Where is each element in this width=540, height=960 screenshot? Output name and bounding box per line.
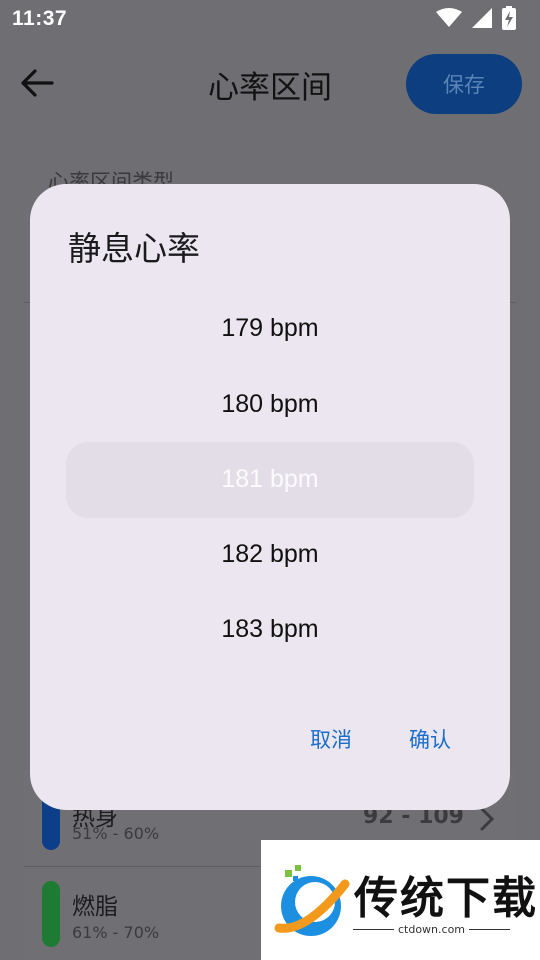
battery-charging-icon [502, 6, 516, 30]
picker-item[interactable]: 183 bpm [30, 615, 510, 644]
resting-heart-rate-dialog: 静息心率 179 bpm 180 bpm 181 bpm 182 bpm 183… [30, 184, 510, 810]
zone-color-bar [42, 881, 60, 947]
divider [353, 929, 394, 930]
picker-item-selected[interactable]: 181 bpm [30, 465, 510, 494]
divider [469, 929, 510, 930]
picker-item[interactable]: 179 bpm [30, 314, 510, 343]
watermark-brand: 传统下载 [354, 873, 538, 924]
dialog-title: 静息心率 [68, 229, 200, 268]
status-icons [436, 6, 516, 30]
status-time: 11:37 [12, 7, 68, 30]
zone-percent: 61% - 70% [72, 923, 160, 942]
picker-item[interactable]: 180 bpm [30, 390, 510, 419]
save-button[interactable]: 保存 [406, 54, 522, 114]
app-bar: 心率区间 保存 [0, 36, 540, 132]
confirm-button[interactable]: 确认 [409, 724, 451, 754]
cancel-button[interactable]: 取消 [310, 724, 352, 754]
watermark-url-row: ctdown.com [353, 923, 510, 936]
wifi-icon [436, 8, 462, 27]
brand-logo-icon [274, 865, 350, 936]
zone-name: 燃脂 [72, 894, 118, 920]
picker-item[interactable]: 182 bpm [30, 540, 510, 569]
zone-percent: 51% - 60% [72, 824, 160, 843]
watermark-url: ctdown.com [397, 923, 466, 936]
watermark: 传统下载 ctdown.com [261, 840, 540, 960]
signal-icon [472, 8, 492, 28]
chevron-right-icon [480, 807, 495, 831]
status-bar: 11:37 [0, 0, 540, 36]
